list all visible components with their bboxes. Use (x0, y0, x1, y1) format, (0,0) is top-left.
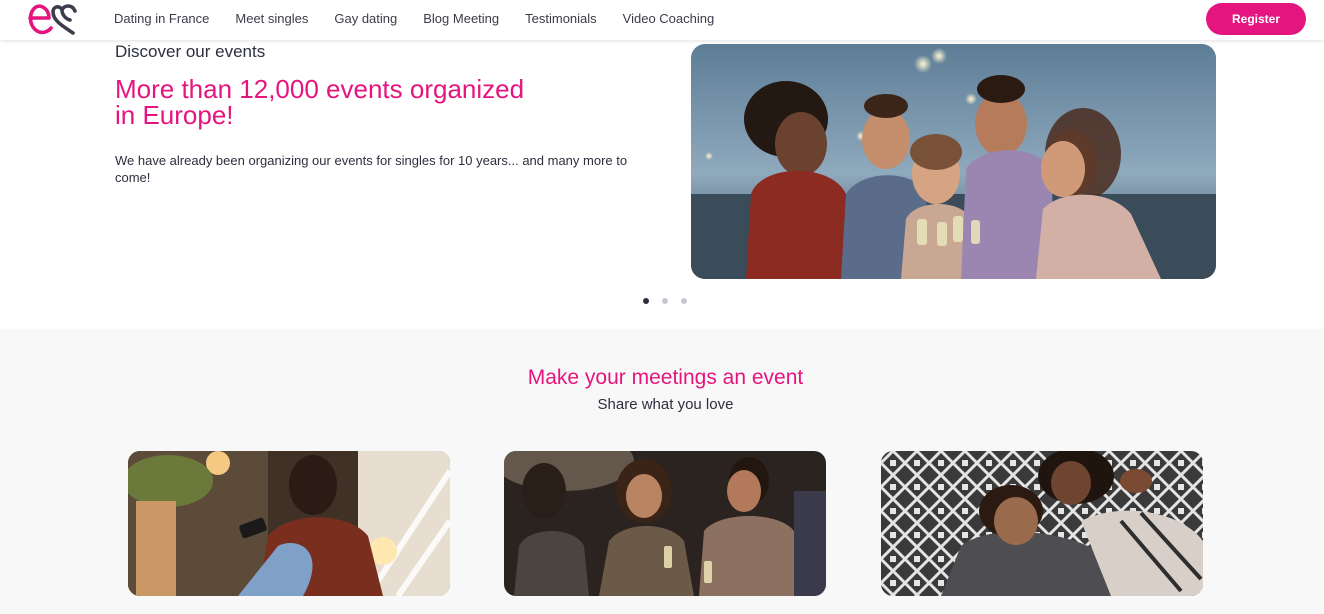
event-card-phone-photo[interactable] (128, 451, 450, 596)
nav-meet-singles[interactable]: Meet singles (235, 11, 308, 26)
section-subtitle: Share what you love (597, 396, 734, 413)
nav-video-coaching[interactable]: Video Coaching (623, 11, 715, 26)
section-title: Make your meetings an event (527, 366, 804, 389)
nav-blog-meeting[interactable]: Blog Meeting (423, 11, 499, 26)
carousel-dot-3[interactable] (681, 298, 687, 304)
hero-title: More than 12,000 events organized in Eur… (115, 74, 525, 130)
event-card-couple-photo[interactable] (881, 451, 1203, 596)
register-button[interactable]: Register (1206, 3, 1306, 35)
carousel-dot-2[interactable] (662, 298, 668, 304)
top-navigation-bar: Dating in France Meet singles Gay dating… (0, 0, 1324, 40)
main-nav: Dating in France Meet singles Gay dating… (114, 0, 740, 36)
es-heart-logo-icon[interactable] (25, 1, 77, 37)
hero-eyebrow: Discover our events (115, 42, 266, 61)
nav-dating-in-france[interactable]: Dating in France (114, 11, 209, 26)
nav-testimonials[interactable]: Testimonials (525, 11, 597, 26)
event-card-party-photo[interactable] (504, 451, 826, 596)
hero-description: We have already been organizing our even… (115, 153, 628, 185)
nav-gay-dating[interactable]: Gay dating (334, 11, 397, 26)
hero-group-toast-photo (691, 44, 1216, 279)
carousel-pagination (643, 298, 700, 304)
carousel-dot-1[interactable] (643, 298, 649, 304)
